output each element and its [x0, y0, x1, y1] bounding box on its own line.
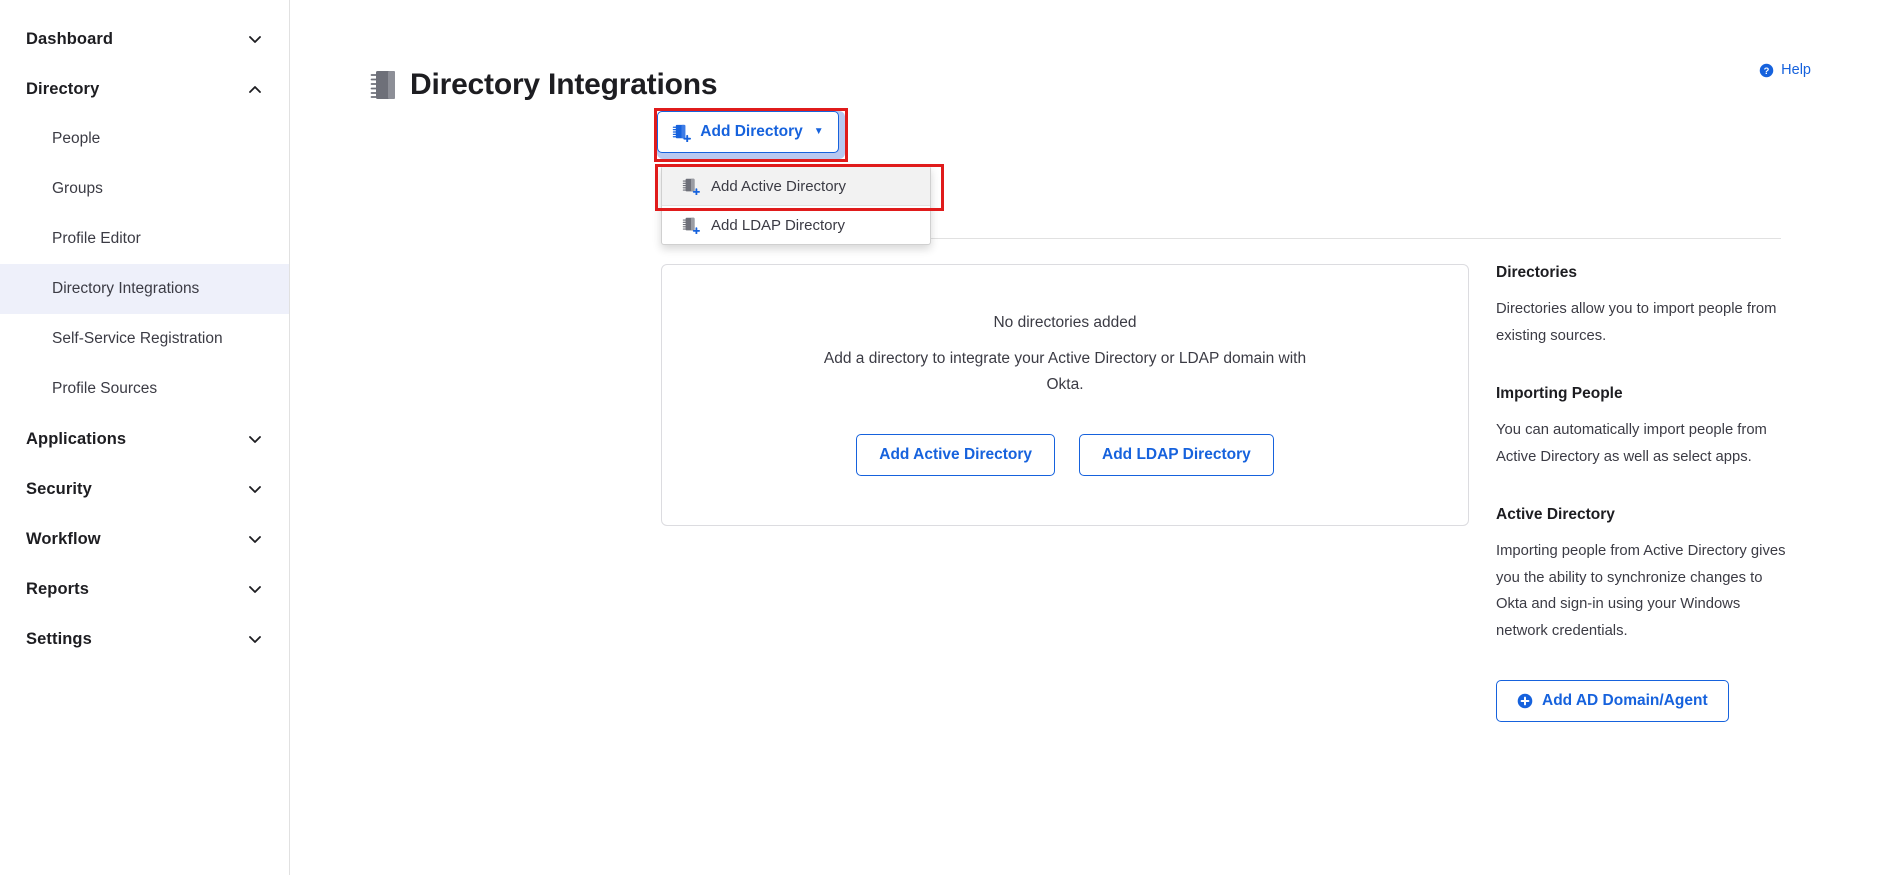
sidebar-item-self-service-registration[interactable]: Self-Service Registration: [0, 314, 289, 364]
chevron-down-icon: [247, 531, 263, 547]
chevron-up-icon: [247, 81, 263, 97]
menu-item-add-active-directory[interactable]: Add Active Directory: [662, 167, 930, 205]
help-label: Help: [1781, 62, 1811, 78]
caret-down-icon: ▼: [813, 126, 824, 137]
add-directory-dropdown-menu: Add Active Directory Add LDAP Directory: [661, 166, 931, 245]
sidebar-item-label: Groups: [52, 180, 103, 197]
empty-state-title: No directories added: [993, 314, 1137, 331]
info-body-directories: Directories allow you to import people f…: [1496, 301, 1777, 344]
sidebar-group-label: Directory: [26, 79, 100, 98]
menu-item-add-ldap-directory[interactable]: Add LDAP Directory: [662, 206, 930, 244]
sidebar-item-profile-editor[interactable]: Profile Editor: [0, 214, 289, 264]
add-directory-icon: [682, 216, 700, 235]
add-active-directory-button[interactable]: Add Active Directory: [856, 434, 1056, 476]
add-directory-label: Add Directory: [700, 123, 803, 140]
empty-state-description: Add a directory to integrate your Active…: [823, 350, 1307, 393]
info-body-active-directory: Importing people from Active Directory g…: [1496, 543, 1786, 639]
chevron-down-icon: [247, 631, 263, 647]
sidebar-group-label: Security: [26, 479, 92, 498]
add-directory-button[interactable]: Add Directory ▼: [657, 111, 839, 153]
sidebar-item-profile-sources[interactable]: Profile Sources: [0, 364, 289, 414]
sidebar-group-directory[interactable]: Directory: [0, 64, 289, 114]
chevron-down-icon: [247, 581, 263, 597]
sidebar-item-people[interactable]: People: [0, 114, 289, 164]
info-heading-directories: Directories: [1496, 264, 1577, 281]
add-ad-domain-agent-button[interactable]: Add AD Domain/Agent: [1496, 680, 1729, 722]
sidebar-item-label: Self-Service Registration: [52, 330, 223, 347]
directory-book-icon: [370, 70, 396, 100]
add-ad-domain-agent-label: Add AD Domain/Agent: [1542, 692, 1708, 709]
empty-state-buttons: Add Active Directory Add LDAP Directory: [856, 434, 1274, 476]
page-header: Directory Integrations: [290, 0, 1890, 122]
help-link[interactable]: ? Help: [1759, 62, 1811, 78]
empty-state-card: No directories added Add a directory to …: [661, 264, 1469, 526]
sidebar-item-label: Profile Editor: [52, 230, 141, 247]
app-root: Dashboard Directory People Groups Profil…: [0, 0, 1890, 875]
info-body-importing-people: You can automatically import people from…: [1496, 422, 1767, 465]
sidebar-group-label: Settings: [26, 629, 92, 648]
sidebar-group-settings[interactable]: Settings: [0, 614, 289, 664]
info-heading-importing-people: Importing People: [1496, 385, 1623, 402]
sidebar-group-label: Workflow: [26, 529, 101, 548]
sidebar-group-security[interactable]: Security: [0, 464, 289, 514]
sidebar-group-workflow[interactable]: Workflow: [0, 514, 289, 564]
info-rail: Directories Directories allow you to imp…: [1496, 264, 1796, 722]
add-directory-icon: [672, 123, 692, 142]
chevron-down-icon: [247, 481, 263, 497]
sidebar-group-dashboard[interactable]: Dashboard: [0, 14, 289, 64]
sidebar-item-label: People: [52, 130, 101, 147]
question-circle-icon: ?: [1759, 63, 1774, 78]
main-content: Directory Integrations ? Help Add Direct…: [290, 0, 1890, 875]
sidebar-item-label: Profile Sources: [52, 380, 158, 397]
add-ldap-directory-button[interactable]: Add LDAP Directory: [1079, 434, 1274, 476]
page-title: Directory Integrations: [410, 68, 718, 102]
add-directory-icon: [682, 177, 700, 196]
plus-circle-icon: [1517, 693, 1533, 709]
sidebar-item-directory-integrations[interactable]: Directory Integrations: [0, 264, 289, 314]
svg-text:?: ?: [1764, 65, 1770, 75]
sidebar-item-groups[interactable]: Groups: [0, 164, 289, 214]
menu-item-label: Add Active Directory: [711, 177, 847, 195]
sidebar-group-reports[interactable]: Reports: [0, 564, 289, 614]
info-heading-active-directory: Active Directory: [1496, 506, 1615, 523]
sidebar-group-label: Applications: [26, 429, 127, 448]
chevron-down-icon: [247, 31, 263, 47]
chevron-down-icon: [247, 431, 263, 447]
menu-item-label: Add LDAP Directory: [711, 216, 845, 234]
sidebar-group-applications[interactable]: Applications: [0, 414, 289, 464]
sidebar-item-label: Directory Integrations: [52, 280, 200, 297]
sidebar: Dashboard Directory People Groups Profil…: [0, 0, 290, 875]
sidebar-group-label: Dashboard: [26, 29, 114, 48]
sidebar-group-label: Reports: [26, 579, 90, 598]
